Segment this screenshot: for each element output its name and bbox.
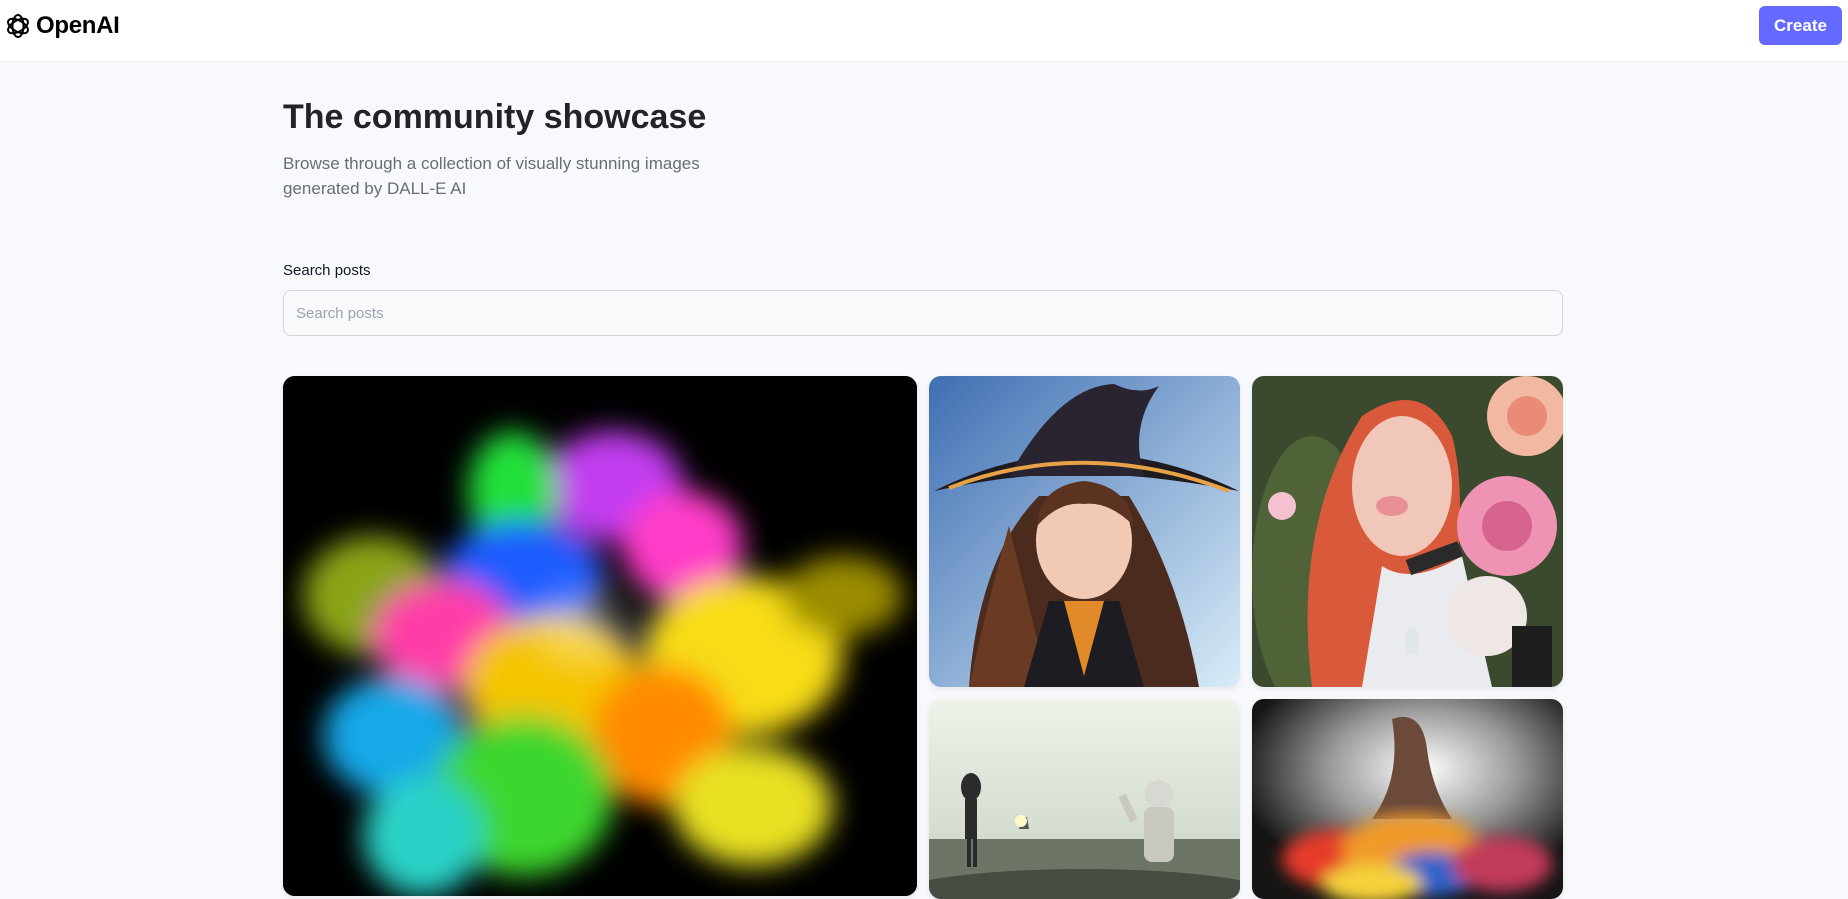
post-image bbox=[929, 699, 1240, 899]
post-image bbox=[283, 376, 917, 896]
search-input[interactable] bbox=[283, 290, 1563, 336]
gallery-card[interactable] bbox=[283, 376, 917, 896]
openai-logo-link[interactable]: OpenAI bbox=[4, 12, 120, 40]
post-image bbox=[929, 376, 1240, 687]
gallery-card[interactable] bbox=[929, 699, 1240, 899]
post-image bbox=[1252, 376, 1563, 687]
top-navbar: OpenAI Create bbox=[0, 0, 1848, 62]
gallery-card[interactable] bbox=[1252, 376, 1563, 687]
gallery-card[interactable] bbox=[1252, 699, 1563, 899]
page-subtitle: Browse through a collection of visually … bbox=[283, 154, 700, 198]
gallery-card[interactable] bbox=[929, 376, 1240, 687]
post-image bbox=[1252, 699, 1563, 899]
openai-logo-icon bbox=[7, 14, 29, 38]
search-label: Search posts bbox=[283, 262, 371, 279]
page-title: The community showcase bbox=[283, 98, 707, 136]
create-button[interactable]: Create bbox=[1759, 6, 1842, 45]
logo-text: OpenAI bbox=[36, 12, 120, 39]
